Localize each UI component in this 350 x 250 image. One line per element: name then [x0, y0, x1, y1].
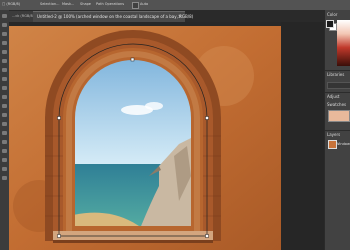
- options-item-1[interactable]: □ (RGB/8): [2, 1, 20, 8]
- lasso-icon[interactable]: [2, 32, 7, 36]
- document-tab-previous[interactable]: ...ck (RGB/8) ×: [9, 11, 38, 22]
- tab-close-icon[interactable]: ×: [178, 13, 182, 21]
- anchor-point-right: [205, 116, 209, 120]
- stamp-icon[interactable]: [2, 77, 7, 81]
- type-icon[interactable]: [2, 140, 7, 144]
- anchor-point-left: [57, 116, 61, 120]
- layer-name[interactable]: Window: [336, 141, 350, 147]
- auto-checkbox-label: Auto: [140, 2, 149, 6]
- color-swatches[interactable]: [326, 20, 337, 31]
- panel-divider: [325, 130, 350, 131]
- cloud: [145, 102, 163, 110]
- crop-icon[interactable]: [2, 41, 7, 45]
- eraser-icon[interactable]: [2, 95, 7, 99]
- color-panel-header[interactable]: Color: [327, 12, 337, 18]
- foreground-color-swatch[interactable]: [326, 20, 334, 28]
- options-item-selection[interactable]: Selection...: [40, 1, 59, 8]
- adjust-panel-header[interactable]: Adjust: [327, 94, 340, 100]
- hand-icon[interactable]: [2, 167, 7, 171]
- pasteboard: [281, 22, 324, 250]
- gradient-icon[interactable]: [2, 104, 7, 108]
- swatches-panel-header[interactable]: Swatches: [327, 102, 346, 108]
- panel-divider: [325, 70, 350, 71]
- libraries-panel-header[interactable]: Libraries: [327, 72, 344, 78]
- heal-icon[interactable]: [2, 59, 7, 63]
- document-canvas[interactable]: [9, 26, 281, 250]
- sill-shadow: [53, 240, 213, 243]
- document-tab-bar: ...ck (RGB/8) × Untitled-2 @ 100% (arche…: [9, 10, 324, 23]
- anchor-point-bottom-left: [57, 234, 61, 238]
- anchor-point-top: [130, 57, 135, 62]
- blur-icon[interactable]: [2, 113, 7, 117]
- auto-checkbox[interactable]: [132, 2, 139, 9]
- layers-panel-header[interactable]: Layers: [327, 132, 340, 138]
- options-item-mask[interactable]: Mask...: [62, 1, 74, 8]
- eyedropper-icon[interactable]: [2, 50, 7, 54]
- canvas-area[interactable]: [9, 22, 324, 250]
- path-select-icon[interactable]: [2, 149, 7, 153]
- selected-swatch[interactable]: [328, 110, 350, 122]
- window-sill: [53, 231, 213, 240]
- move-icon[interactable]: [2, 14, 7, 18]
- marquee-icon[interactable]: [2, 23, 7, 27]
- shape-icon[interactable]: [2, 158, 7, 162]
- color-picker-ramp[interactable]: [337, 20, 350, 66]
- history-brush-icon[interactable]: [2, 86, 7, 90]
- anchor-point-bottom-right: [205, 234, 209, 238]
- brush-icon[interactable]: [2, 68, 7, 72]
- panel-divider: [325, 92, 350, 93]
- options-item-shape[interactable]: Shape: [80, 1, 91, 8]
- libraries-search-input[interactable]: [327, 82, 350, 89]
- dodge-icon[interactable]: [2, 122, 7, 126]
- pen-icon[interactable]: [2, 131, 7, 135]
- document-tab-title: Untitled-2 @ 100% (arched window on the …: [37, 14, 194, 19]
- zoom-icon[interactable]: [2, 176, 7, 180]
- options-item-path-ops[interactable]: Path Operations: [96, 1, 124, 8]
